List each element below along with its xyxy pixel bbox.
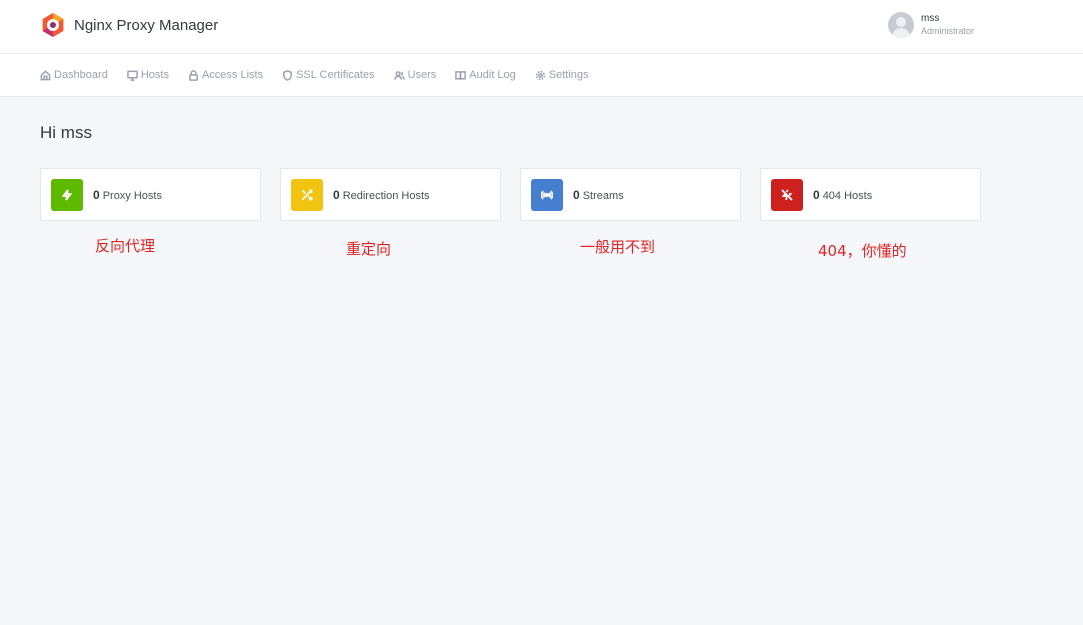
streams-card[interactable]: 0 Streams [520, 168, 741, 221]
proxy-hosts-card[interactable]: 0 Proxy Hosts [40, 168, 261, 221]
main-nav: Dashboard Hosts Access Lists SSL Certifi… [0, 54, 1083, 97]
annotation-streams: 一般用不到 [580, 238, 656, 256]
nav-settings-label: Settings [548, 69, 589, 81]
shuffle-icon [301, 189, 313, 200]
nginx-proxy-manager-logo-icon [42, 13, 64, 37]
nav-dashboard-label: Dashboard [54, 69, 108, 81]
monitor-icon [127, 70, 138, 81]
shield-icon [283, 69, 292, 81]
nav-access-lists-label: Access Lists [201, 69, 264, 81]
streams-icon-badge [531, 178, 563, 211]
redirection-hosts-icon-badge [291, 178, 323, 211]
annotation-404: 404，你懂的 [818, 242, 907, 260]
user-role: Administrator [921, 26, 975, 36]
lock-icon [189, 69, 198, 81]
nav-dashboard[interactable]: Dashboard [40, 69, 108, 81]
gear-icon [535, 70, 545, 80]
nav-audit-log-label: Audit Log [469, 69, 516, 81]
annotation-proxy: 反向代理 [95, 237, 156, 255]
404-hosts-count: 0 [813, 187, 820, 202]
streams-count: 0 [573, 187, 580, 202]
brand[interactable]: Nginx Proxy Manager [40, 12, 218, 38]
nav-users-label: Users [407, 69, 437, 81]
proxy-hosts-icon-badge [51, 178, 83, 211]
zap-icon [61, 188, 73, 201]
users-icon [393, 70, 405, 80]
page-greeting: Hi mss [40, 123, 92, 142]
annotation-redirect: 重定向 [346, 240, 392, 258]
app-title: Nginx Proxy Manager [74, 16, 219, 34]
nav-access-lists[interactable]: Access Lists [188, 69, 263, 81]
nav-settings[interactable]: Settings [535, 69, 589, 81]
nav-hosts-label: Hosts [140, 69, 169, 81]
streams-label: Streams [582, 189, 624, 202]
nav-ssl-certificates[interactable]: SSL Certificates [282, 69, 375, 81]
redirection-hosts-count: 0 [333, 187, 340, 202]
redirection-hosts-card[interactable]: 0 Redirection Hosts [280, 168, 501, 221]
404-hosts-icon-badge [771, 178, 803, 211]
user-name: mss [921, 13, 940, 24]
user-menu[interactable]: mss Administrator [888, 12, 974, 38]
nav-audit-log[interactable]: Audit Log [455, 69, 516, 81]
proxy-hosts-label: Proxy Hosts [102, 189, 162, 202]
home-icon [40, 69, 51, 80]
nav-ssl-certificates-label: SSL Certificates [296, 69, 375, 81]
zap-off-icon [781, 188, 793, 201]
404-hosts-label: 404 Hosts [822, 189, 873, 202]
book-icon [455, 70, 467, 80]
avatar[interactable] [888, 12, 914, 38]
nav-users[interactable]: Users [393, 69, 437, 81]
proxy-hosts-count: 0 [93, 187, 100, 202]
nav-hosts[interactable]: Hosts [127, 69, 169, 81]
404-hosts-card[interactable]: 0 404 Hosts [760, 168, 981, 221]
redirection-hosts-label: Redirection Hosts [342, 189, 430, 202]
radio-icon [541, 190, 553, 199]
top-header: Nginx Proxy Manager mss Administrator [0, 0, 1083, 54]
